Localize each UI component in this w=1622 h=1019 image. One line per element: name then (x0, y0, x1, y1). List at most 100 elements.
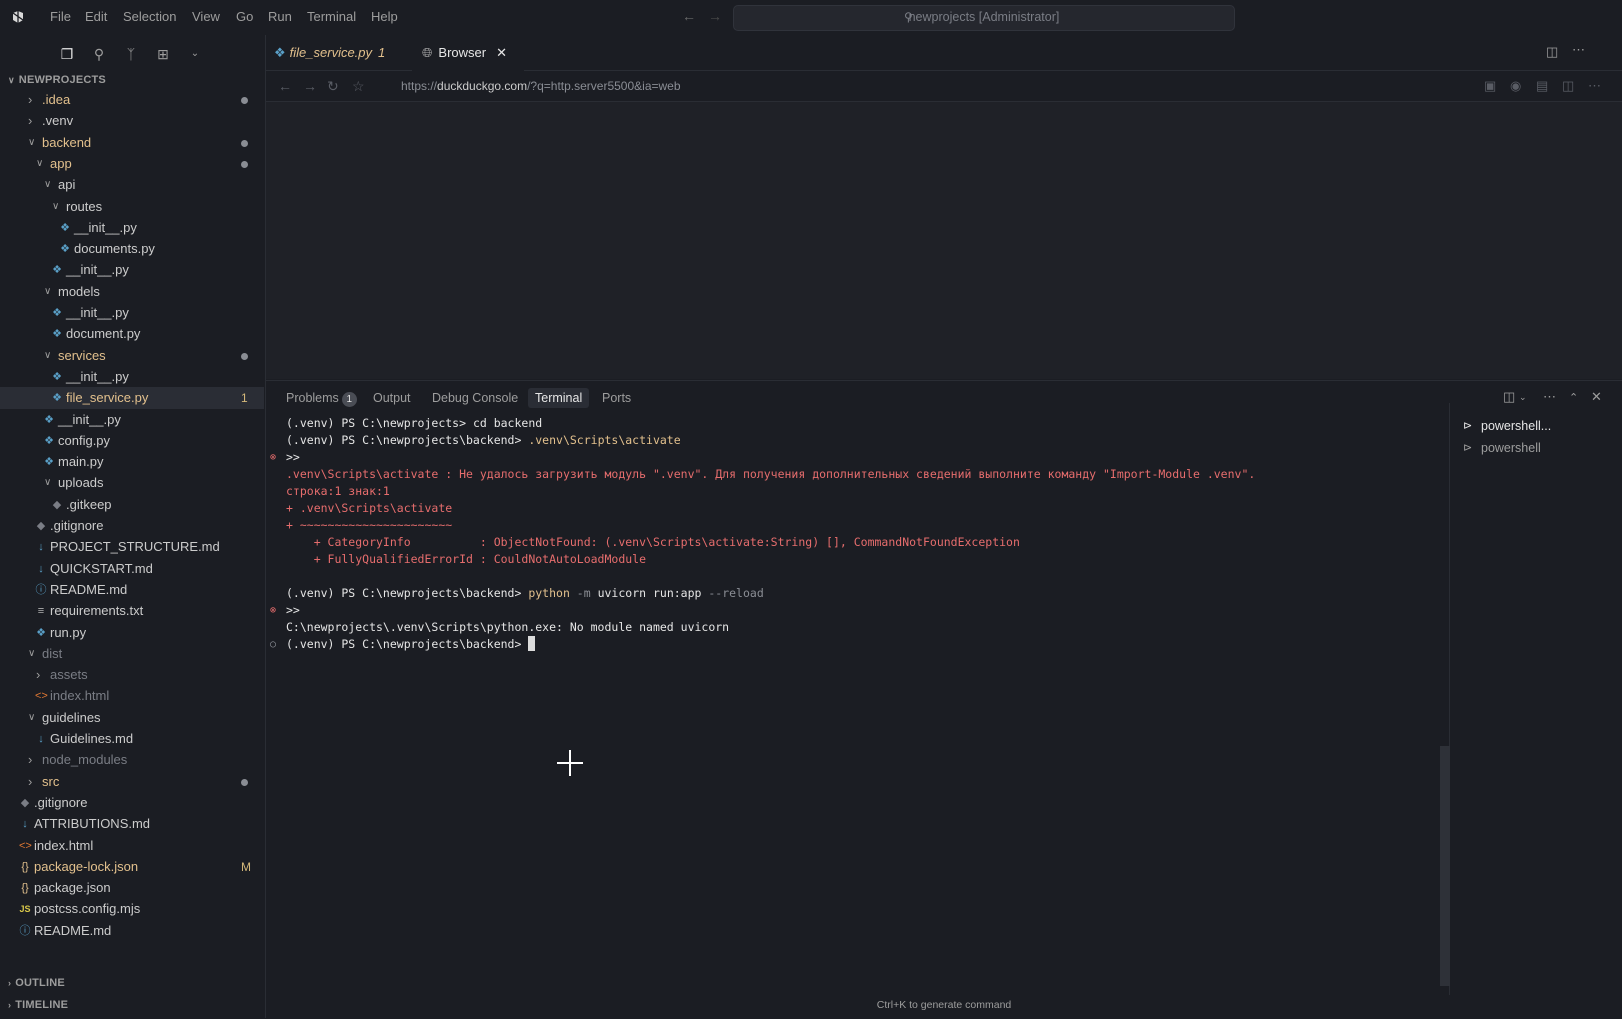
terminal-icon: ⊳ (1463, 442, 1473, 454)
file-item[interactable]: ↓ QUICKSTART.md (0, 558, 264, 580)
inspect-element-icon[interactable]: ▣ (1484, 78, 1496, 94)
folder-item[interactable]: › .venv (0, 110, 264, 132)
tree-item-label: assets (50, 667, 88, 683)
menu-help[interactable]: Help (371, 9, 398, 25)
file-item[interactable]: ◆ .gitkeep (0, 494, 264, 516)
file-item[interactable]: {} package-lock.json M (0, 856, 264, 878)
browser-url-field[interactable]: https://duckduckgo.com/?q=http.server550… (401, 79, 681, 93)
file-item[interactable]: ❖ file_service.py 1 (0, 387, 264, 410)
file-item[interactable]: <> index.html (0, 835, 264, 857)
folder-item[interactable]: ∨ guidelines (0, 707, 264, 729)
menu-go[interactable]: Go (236, 9, 253, 25)
error-decoration-icon[interactable]: ⊗ (270, 449, 276, 466)
folder-item[interactable]: ∨ services (0, 345, 264, 367)
terminal-output[interactable]: (.venv) PS C:\newprojects> cd backend (.v… (270, 415, 1446, 653)
file-item[interactable]: ❖ __init__.py (0, 259, 264, 281)
command-center-search[interactable]: ⚲ newprojects [Administrator] (733, 5, 1235, 31)
extensions-icon[interactable]: ⊞ (153, 44, 173, 64)
file-item[interactable]: ❖ documents.py (0, 238, 264, 260)
file-item[interactable]: ↓ PROJECT_STRUCTURE.md (0, 536, 264, 558)
browser-forward-icon[interactable]: → (303, 78, 317, 94)
browser-back-icon[interactable]: ← (278, 78, 292, 94)
tab-problems[interactable]: Problems 1 (286, 391, 357, 407)
camera-icon[interactable]: ◉ (1510, 78, 1521, 94)
close-icon[interactable]: ✕ (496, 45, 507, 60)
tab-browser[interactable]: 🌐︎ Browser ✕ (412, 35, 524, 71)
split-editor-icon[interactable]: ◫ (1546, 44, 1558, 60)
menu-edit[interactable]: Edit (85, 9, 107, 25)
chevron-down-icon[interactable]: ⌄ (185, 44, 205, 64)
chevron-down-icon: ∨ (44, 285, 52, 297)
tree-item-label: .venv (42, 113, 74, 129)
tab-ports[interactable]: Ports (602, 391, 631, 405)
file-item[interactable]: ❖ __init__.py (0, 302, 264, 324)
menu-terminal[interactable]: Terminal (307, 9, 356, 25)
file-item[interactable]: ≡ requirements.txt (0, 600, 264, 622)
folder-item[interactable]: ∨ backend (0, 132, 264, 154)
file-item[interactable]: ❖ run.py (0, 622, 264, 644)
folder-item[interactable]: › .idea (0, 89, 264, 111)
timeline-header[interactable]: › TIMELINE (8, 999, 68, 1011)
command-decoration-icon[interactable]: ○ (270, 636, 276, 653)
file-item[interactable]: ↓ ATTRIBUTIONS.md (0, 813, 264, 835)
forward-arrow-icon[interactable]: → (708, 8, 722, 24)
file-item[interactable]: ◆ .gitignore (0, 792, 264, 814)
folder-item[interactable]: › src (0, 771, 264, 793)
folder-item[interactable]: ∨ app (0, 153, 264, 175)
more-actions-icon[interactable]: ⋯ (1543, 389, 1556, 405)
tab-debug-console[interactable]: Debug Console (432, 391, 518, 405)
outline-header[interactable]: › OUTLINE (8, 977, 65, 989)
terminal-instance-2[interactable]: ⊳ powershell (1453, 437, 1622, 459)
menu-view[interactable]: View (192, 9, 220, 25)
folder-item[interactable]: ∨ api (0, 174, 264, 196)
status-badge: 1 (241, 391, 248, 406)
chevron-down-icon[interactable]: ⌄ (1519, 392, 1527, 403)
file-item[interactable]: ❖ main.py (0, 451, 264, 473)
error-decoration-icon[interactable]: ⊗ (270, 602, 276, 619)
source-control-icon[interactable]: ᛉ (121, 44, 141, 64)
file-item[interactable]: {} package.json (0, 877, 264, 899)
file-item[interactable]: <> index.html (0, 685, 264, 707)
chevron-right-icon: › (28, 92, 33, 107)
browser-reload-icon[interactable]: ↻ (327, 78, 339, 95)
maximize-panel-icon[interactable]: ⌃ (1569, 391, 1578, 404)
file-item[interactable]: ⓘ README.md (0, 920, 264, 942)
folder-item[interactable]: › assets (0, 664, 264, 686)
python-icon: ❖ (52, 392, 62, 405)
tab-file-service[interactable]: ❖ file_service.py 1 (274, 35, 385, 70)
sidebar-toggle-icon[interactable]: ◫ (1562, 78, 1574, 94)
more-actions-icon[interactable]: ⋯ (1588, 78, 1601, 94)
close-panel-icon[interactable]: ✕ (1591, 389, 1602, 405)
folder-item[interactable]: ∨ dist (0, 643, 264, 665)
terminal-scrollbar[interactable] (1440, 746, 1450, 986)
back-arrow-icon[interactable]: ← (682, 8, 696, 24)
search-icon[interactable]: ⚲ (89, 44, 109, 64)
file-item[interactable]: ❖ __init__.py (0, 366, 264, 388)
explorer-files-icon[interactable]: ❐ (57, 44, 77, 64)
menu-file[interactable]: File (50, 9, 71, 25)
file-item[interactable]: ❖ document.py (0, 323, 264, 345)
console-icon[interactable]: ▤ (1536, 78, 1548, 94)
browser-viewport[interactable] (266, 102, 1622, 379)
explorer-root-header[interactable]: ∨ NEWPROJECTS (8, 74, 106, 86)
chevron-right-icon: › (28, 113, 33, 129)
menu-selection[interactable]: Selection (123, 9, 176, 25)
split-terminal-icon[interactable]: ◫ (1503, 389, 1515, 405)
tab-terminal[interactable]: Terminal (528, 388, 590, 408)
file-item[interactable]: JS postcss.config.mjs (0, 898, 264, 920)
bookmark-star-icon[interactable]: ☆ (352, 78, 365, 95)
file-item[interactable]: ❖ __init__.py (0, 217, 264, 239)
file-item[interactable]: ❖ config.py (0, 430, 264, 452)
folder-item[interactable]: ∨ routes (0, 196, 264, 218)
tab-output[interactable]: Output (373, 391, 411, 405)
folder-item[interactable]: › node_modules (0, 749, 264, 771)
file-item[interactable]: ◆ .gitignore (0, 515, 264, 537)
menu-run[interactable]: Run (268, 9, 292, 25)
file-item[interactable]: ⓘ README.md (0, 579, 264, 601)
terminal-instance-1[interactable]: ⊳ powershell... (1453, 415, 1622, 437)
file-item[interactable]: ↓ Guidelines.md (0, 728, 264, 750)
more-actions-icon[interactable]: ⋯ (1572, 42, 1585, 58)
file-item[interactable]: ❖ __init__.py (0, 409, 264, 431)
folder-item[interactable]: ∨ models (0, 281, 264, 303)
folder-item[interactable]: ∨ uploads (0, 472, 264, 494)
